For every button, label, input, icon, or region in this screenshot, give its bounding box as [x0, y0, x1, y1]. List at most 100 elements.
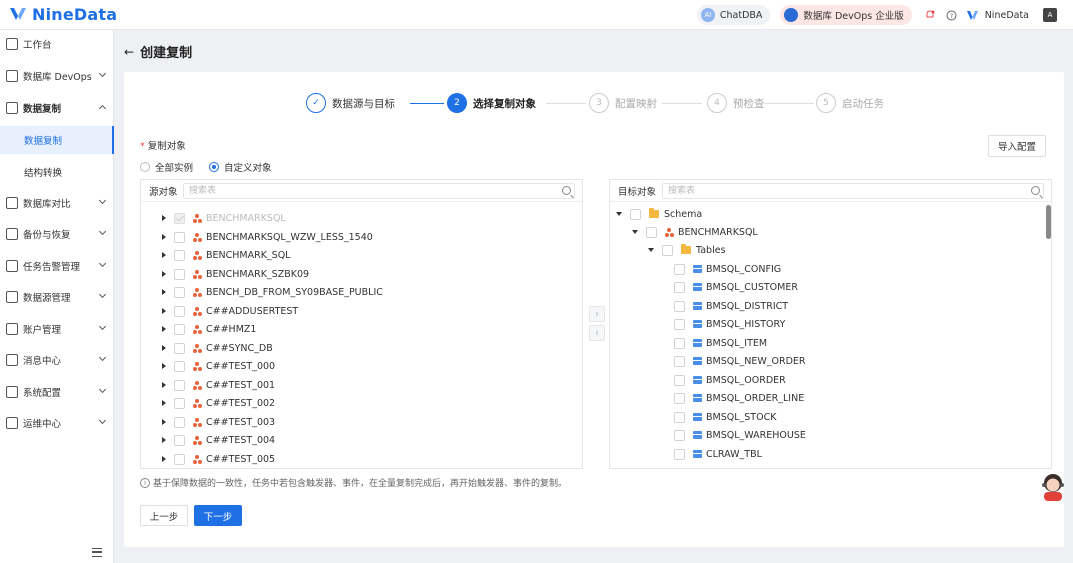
checkbox[interactable]: [674, 318, 685, 330]
checkbox[interactable]: [674, 374, 685, 386]
collapse-sidebar-icon[interactable]: [92, 548, 102, 557]
checkbox[interactable]: [174, 360, 185, 372]
sidebar-item-ops[interactable]: 运维中心: [0, 409, 114, 437]
back-arrow-icon[interactable]: ←: [124, 45, 134, 59]
sidebar-item-replication[interactable]: 数据复制: [0, 94, 114, 122]
table-row[interactable]: BMSQL_ITEM: [674, 334, 767, 352]
list-item[interactable]: BENCHMARKSQL_WZW_LESS_1540: [162, 228, 373, 246]
list-item[interactable]: C##TEST_004: [162, 431, 275, 449]
tree-node-database[interactable]: BENCHMARKSQL: [632, 223, 758, 241]
table-row[interactable]: BMSQL_CONFIG: [674, 260, 781, 278]
sidebar-item-datasource[interactable]: 数据源管理: [0, 283, 114, 311]
brand-logo[interactable]: NineData: [8, 3, 117, 25]
notification-icon[interactable]: [922, 7, 938, 23]
table-row[interactable]: BMSQL_WAREHOUSE: [674, 426, 806, 444]
import-config-button[interactable]: 导入配置: [988, 135, 1046, 157]
checkbox[interactable]: [174, 397, 185, 409]
radio-label[interactable]: 全部实例: [155, 160, 193, 174]
sidebar-item-accounts[interactable]: 账户管理: [0, 315, 114, 343]
sidebar-subitem-replication[interactable]: 数据复制: [0, 126, 114, 154]
help-icon[interactable]: ?: [944, 7, 960, 23]
list-item[interactable]: C##TEST_001: [162, 376, 275, 394]
table-row[interactable]: CLRAW_TBL: [674, 445, 762, 463]
caret-right-icon[interactable]: [162, 289, 166, 295]
source-search-input[interactable]: 搜索表: [183, 183, 575, 199]
search-icon[interactable]: [1031, 186, 1040, 195]
checkbox[interactable]: [674, 281, 685, 293]
table-row[interactable]: BMSQL_NEW_ORDER: [674, 352, 806, 370]
previous-step-button[interactable]: 上一步: [140, 505, 188, 526]
checkbox[interactable]: [174, 286, 185, 298]
checkbox[interactable]: [174, 453, 185, 465]
sidebar-item-workbench[interactable]: 工作台: [0, 30, 114, 58]
table-row[interactable]: BMSQL_STOCK: [674, 408, 776, 426]
checkbox[interactable]: [174, 305, 185, 317]
checkbox[interactable]: [662, 244, 673, 256]
list-item[interactable]: C##TEST_003: [162, 413, 275, 431]
checkbox[interactable]: [674, 448, 685, 460]
list-item[interactable]: BENCH_DB_FROM_SY09BASE_PUBLIC: [162, 283, 383, 301]
list-item[interactable]: BENCHMARK_SZBK09: [162, 265, 309, 283]
tree-node-tables[interactable]: Tables: [648, 241, 726, 259]
table-row[interactable]: BMSQL_ORDER_LINE: [674, 389, 804, 407]
radio-custom-objects[interactable]: [209, 162, 220, 172]
caret-right-icon[interactable]: [162, 308, 166, 314]
table-row[interactable]: BMSQL_DISTRICT: [674, 297, 788, 315]
checkbox[interactable]: [674, 337, 685, 349]
target-search-input[interactable]: 搜索表: [662, 183, 1044, 199]
edition-badge[interactable]: 数据库 DevOps 企业版: [780, 5, 912, 25]
sidebar-item-backup[interactable]: 备份与恢复: [0, 220, 114, 248]
list-item[interactable]: C##TEST_000: [162, 357, 275, 375]
caret-right-icon[interactable]: [162, 419, 166, 425]
sidebar-item-compare[interactable]: 数据库对比: [0, 189, 114, 217]
caret-right-icon[interactable]: [162, 326, 166, 332]
list-item[interactable]: C##TEST_002: [162, 394, 275, 412]
caret-right-icon[interactable]: [162, 456, 166, 462]
checkbox[interactable]: [174, 434, 185, 446]
target-scrollbar[interactable]: [1046, 205, 1051, 239]
chatdba-button[interactable]: AI ChatDBA: [696, 5, 771, 25]
caret-right-icon[interactable]: [162, 234, 166, 240]
checkbox[interactable]: [174, 231, 185, 243]
checkbox[interactable]: [674, 300, 685, 312]
list-item[interactable]: C##SYNC_DB: [162, 339, 273, 357]
next-step-button[interactable]: 下一步: [194, 505, 242, 526]
list-item[interactable]: BENCHMARKSQL: [162, 209, 286, 227]
caret-right-icon[interactable]: [162, 400, 166, 406]
table-row[interactable]: BMSQL_OORDER: [674, 371, 786, 389]
caret-down-icon[interactable]: [632, 230, 638, 234]
list-item[interactable]: C##ADDUSERTEST: [162, 302, 298, 320]
checkbox[interactable]: [174, 212, 185, 224]
sidebar-item-settings[interactable]: 系统配置: [0, 378, 114, 406]
caret-right-icon[interactable]: [162, 363, 166, 369]
sidebar-item-devops[interactable]: 数据库 DevOps: [0, 62, 114, 90]
checkbox[interactable]: [630, 208, 641, 220]
caret-right-icon[interactable]: [162, 252, 166, 258]
checkbox[interactable]: [646, 226, 657, 238]
radio-label[interactable]: 自定义对象: [224, 160, 272, 174]
table-row[interactable]: BMSQL_CUSTOMER: [674, 278, 798, 296]
checkbox[interactable]: [674, 411, 685, 423]
sidebar-subitem-schema-convert[interactable]: 结构转换: [0, 158, 114, 186]
checkbox[interactable]: [174, 342, 185, 354]
caret-right-icon[interactable]: [162, 271, 166, 277]
move-left-button[interactable]: ‹: [589, 325, 605, 341]
user-menu[interactable]: NineData: [966, 9, 1029, 22]
checkbox[interactable]: [174, 379, 185, 391]
caret-down-icon[interactable]: [616, 212, 622, 216]
caret-right-icon[interactable]: [162, 215, 166, 221]
caret-right-icon[interactable]: [162, 437, 166, 443]
checkbox[interactable]: [674, 392, 685, 404]
checkbox[interactable]: [674, 263, 685, 275]
list-item[interactable]: C##TEST_005: [162, 450, 275, 468]
table-row[interactable]: BMSQL_HISTORY: [674, 315, 785, 333]
checkbox[interactable]: [174, 268, 185, 280]
checkbox[interactable]: [174, 416, 185, 428]
checkbox[interactable]: [674, 355, 685, 367]
sidebar-item-messages[interactable]: 消息中心: [0, 346, 114, 374]
support-assistant-icon[interactable]: [1040, 472, 1066, 502]
tree-node-schema[interactable]: Schema: [616, 205, 702, 223]
list-item[interactable]: C##HMZ1: [162, 320, 256, 338]
checkbox[interactable]: [674, 429, 685, 441]
caret-right-icon[interactable]: [162, 345, 166, 351]
